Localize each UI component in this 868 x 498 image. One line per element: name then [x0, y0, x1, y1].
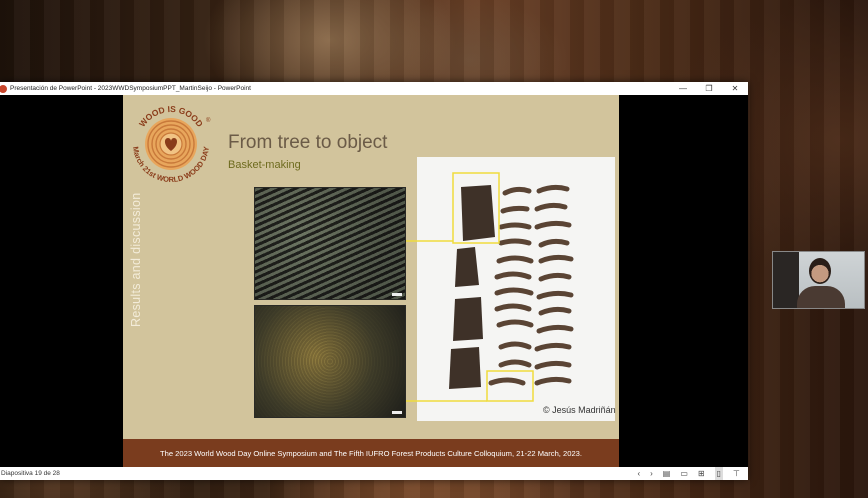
- reading-view-icon[interactable]: ▯: [714, 467, 724, 480]
- close-button[interactable]: ✕: [722, 82, 748, 95]
- micrograph-bottom: [254, 305, 406, 418]
- video-background: [773, 252, 799, 308]
- slide[interactable]: WOOD IS GOOD March 21st WORLD WOOD DAY ®…: [123, 95, 619, 467]
- slideshow-stage[interactable]: WOOD IS GOOD March 21st WORLD WOOD DAY ®…: [0, 95, 748, 467]
- wood-is-good-logo: WOOD IS GOOD March 21st WORLD WOOD DAY ®: [131, 104, 211, 184]
- section-label: Results and discussion: [129, 192, 143, 327]
- basket-fragments-drawing: [449, 172, 574, 402]
- normal-view-icon[interactable]: ▭: [680, 467, 688, 480]
- window-title: Presentación de PowerPoint - 2023WWDSymp…: [10, 85, 251, 92]
- logo-registered-mark: ®: [206, 117, 211, 124]
- basket-fragments-photo: [417, 157, 615, 421]
- powerpoint-icon: [0, 84, 7, 93]
- chevron-right-icon[interactable]: ›: [650, 467, 653, 480]
- slide-sorter-icon[interactable]: ⊞: [698, 467, 705, 480]
- participant-video-thumbnail[interactable]: [772, 251, 865, 309]
- powerpoint-window: Presentación de PowerPoint - 2023WWDSymp…: [0, 82, 748, 480]
- slide-counter: Diapositiva 19 de 28: [1, 470, 60, 477]
- photo-credit: © Jesús Madriñán: [543, 405, 616, 415]
- slide-title: From tree to object: [228, 132, 388, 153]
- window-controls: — ❐ ✕: [670, 82, 748, 95]
- slide-subtitle: Basket-making: [228, 159, 301, 171]
- footer-text: The 2023 World Wood Day Online Symposium…: [159, 448, 583, 458]
- status-icons: ‹ › ▤ ▭ ⊞ ▯ ⊤: [637, 467, 748, 480]
- restore-button[interactable]: ❐: [696, 82, 722, 95]
- status-bar: Diapositiva 19 de 28 ‹ › ▤ ▭ ⊞ ▯ ⊤: [0, 467, 748, 480]
- minimize-button[interactable]: —: [670, 82, 696, 95]
- scale-bar: [392, 411, 402, 414]
- chevron-left-icon[interactable]: ‹: [637, 467, 640, 480]
- notes-icon[interactable]: ▤: [663, 467, 671, 480]
- micrograph-top: [254, 187, 406, 300]
- slideshow-icon[interactable]: ⊤: [733, 467, 740, 480]
- participant-head: [809, 258, 831, 284]
- footer-band: The 2023 World Wood Day Online Symposium…: [123, 439, 619, 467]
- window-titlebar[interactable]: Presentación de PowerPoint - 2023WWDSymp…: [0, 82, 748, 95]
- participant-body: [797, 286, 845, 308]
- scale-bar: [392, 293, 402, 296]
